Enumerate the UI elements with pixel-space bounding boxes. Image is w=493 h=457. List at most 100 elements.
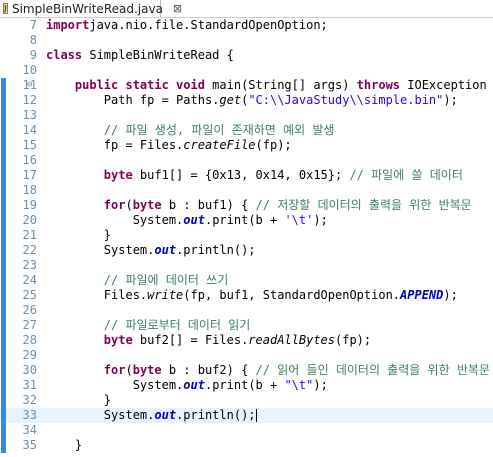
code-token: // 파일에 데이터 쓰기 bbox=[103, 273, 229, 287]
line-number: 24 bbox=[22, 273, 37, 287]
code-text: System.out.print(b + '\t'); bbox=[46, 213, 328, 228]
change-marker bbox=[1, 423, 6, 438]
code-editor[interactable]: 7 importjava.nio.file.StandardOpenOption;… bbox=[0, 18, 493, 457]
code-token: buf2[] = Files. bbox=[132, 333, 249, 347]
fold-toggle-icon[interactable]: ⊖ bbox=[27, 78, 32, 93]
code-token: .print(b + bbox=[204, 378, 285, 392]
code-token: // 파일 생성, 파일이 존재하면 예외 발생 bbox=[103, 123, 335, 137]
line-number: 29 bbox=[22, 348, 37, 362]
line-number: 11 bbox=[22, 78, 37, 92]
code-line[interactable]: 26 bbox=[0, 303, 493, 318]
change-marker bbox=[1, 438, 6, 453]
change-marker bbox=[1, 213, 6, 228]
code-line[interactable]: 18 bbox=[0, 183, 493, 198]
code-line[interactable]: 17 byte buf1[] = {0x13, 0x14, 0x15}; // … bbox=[0, 168, 493, 183]
code-line[interactable]: 16 bbox=[0, 153, 493, 168]
code-line[interactable]: 12 Path fp = Paths.get("C:\\JavaStudy\\s… bbox=[0, 93, 493, 108]
code-line[interactable]: 32 } bbox=[0, 393, 493, 408]
code-line[interactable]: 28 byte buf2[] = Files.readAllBytes(fp); bbox=[0, 333, 493, 348]
code-line[interactable]: 27 // 파일로부터 데이터 읽기 bbox=[0, 318, 493, 333]
code-line[interactable]: 7 importjava.nio.file.StandardOpenOption; bbox=[0, 18, 493, 33]
line-number: 31 bbox=[22, 378, 37, 392]
code-line[interactable]: 19 for(byte b : buf1) { // 저장할 데이터의 출력을 … bbox=[0, 198, 493, 213]
line-number: 26 bbox=[22, 303, 37, 317]
tab-title: SimpleBinWriteRead.java bbox=[11, 1, 163, 16]
code-text: System.out.println(); bbox=[46, 408, 257, 423]
code-token: '\t' bbox=[284, 213, 314, 227]
code-token: } bbox=[46, 228, 112, 242]
code-token: APPEND bbox=[400, 288, 444, 302]
code-line[interactable]: 15 fp = Files.createFile(fp); bbox=[0, 138, 493, 153]
code-token: byte bbox=[103, 333, 133, 347]
code-token: get bbox=[219, 93, 242, 107]
code-line[interactable]: 13 bbox=[0, 108, 493, 123]
line-number: 8 bbox=[29, 33, 37, 47]
code-line[interactable]: 22 System.out.println(); bbox=[0, 243, 493, 258]
code-line[interactable]: 10 bbox=[0, 63, 493, 78]
code-text: // 파일 생성, 파일이 존재하면 예외 발생 bbox=[46, 123, 335, 138]
code-line[interactable]: 11 ⊖ public static void main(String[] arg… bbox=[0, 78, 493, 93]
code-text: } bbox=[46, 228, 111, 243]
change-marker bbox=[1, 378, 6, 393]
code-token: } bbox=[46, 393, 112, 407]
code-line[interactable]: 31 System.out.print(b + "\t"); bbox=[0, 378, 493, 393]
code-line[interactable]: 35 } bbox=[0, 438, 493, 453]
code-token: write bbox=[147, 288, 184, 302]
code-token: for bbox=[103, 198, 126, 212]
code-line[interactable]: 24 // 파일에 데이터 쓰기 bbox=[0, 273, 493, 288]
code-line[interactable]: 23 bbox=[0, 258, 493, 273]
code-token: ); bbox=[443, 288, 458, 302]
code-token: .println(); bbox=[176, 408, 256, 422]
code-token: (fp, buf1, StandardOpenOption. bbox=[183, 288, 401, 302]
code-token: for bbox=[103, 363, 126, 377]
change-marker bbox=[1, 198, 6, 213]
change-marker bbox=[1, 273, 6, 288]
code-token: out bbox=[183, 213, 205, 227]
code-token: main(String[] args) bbox=[204, 78, 357, 92]
code-token: } bbox=[46, 438, 83, 452]
line-number: 25 bbox=[22, 288, 37, 302]
code-line[interactable]: 29 bbox=[0, 348, 493, 363]
code-text: Files.write(fp, buf1, StandardOpenOption… bbox=[46, 288, 458, 303]
code-text: System.out.print(b + "\t"); bbox=[46, 378, 328, 393]
change-marker bbox=[1, 333, 6, 348]
code-token: ); bbox=[443, 93, 458, 107]
line-number: 18 bbox=[22, 183, 37, 197]
code-token: createFile bbox=[183, 138, 256, 152]
code-line[interactable]: 20 System.out.print(b + '\t'); bbox=[0, 213, 493, 228]
close-icon[interactable]: ⊠ bbox=[173, 2, 182, 15]
code-line[interactable]: 9 class SimpleBinWriteRead { bbox=[0, 48, 493, 63]
code-line[interactable]: 30 for(byte b : buf2) { // 읽어 들인 데이터의 출력… bbox=[0, 363, 493, 378]
code-text: byte buf1[] = {0x13, 0x14, 0x15}; // 파일에… bbox=[46, 168, 463, 183]
code-text: Path fp = Paths.get("C:\\JavaStudy\\simp… bbox=[46, 93, 458, 108]
code-token: System. bbox=[46, 408, 155, 422]
code-line[interactable]: 8 bbox=[0, 33, 493, 48]
java-file-icon: J bbox=[3, 3, 8, 14]
code-line[interactable]: 21 } bbox=[0, 228, 493, 243]
code-text: public static void main(String[] args) t… bbox=[46, 78, 493, 93]
code-line[interactable]: 25 Files.write(fp, buf1, StandardOpenOpt… bbox=[0, 288, 493, 303]
code-text: importjava.nio.file.StandardOpenOption; bbox=[46, 18, 328, 33]
code-text: for(byte b : buf1) { // 저장할 데이터의 출력을 위한 … bbox=[46, 198, 472, 213]
change-marker bbox=[1, 258, 6, 273]
code-line[interactable]: 14 // 파일 생성, 파일이 존재하면 예외 발생 bbox=[0, 123, 493, 138]
code-text: byte buf2[] = Files.readAllBytes(fp); bbox=[46, 333, 371, 348]
line-number: 28 bbox=[22, 333, 37, 347]
code-token: IOException { bbox=[400, 78, 493, 92]
line-number: 9 bbox=[29, 48, 37, 62]
code-token: Path fp = Paths. bbox=[46, 93, 220, 107]
change-marker bbox=[1, 363, 6, 378]
change-marker bbox=[1, 93, 6, 108]
code-token: byte bbox=[132, 363, 162, 377]
code-line[interactable]: 34 bbox=[0, 423, 493, 438]
tab-simplebinwriteread[interactable]: J SimpleBinWriteRead.java ⊠ bbox=[0, 0, 182, 17]
code-token: Files. bbox=[46, 288, 148, 302]
line-number: 17 bbox=[22, 168, 37, 182]
line-number: 34 bbox=[22, 423, 37, 437]
code-line[interactable]: 33 System.out.println(); bbox=[0, 408, 493, 423]
